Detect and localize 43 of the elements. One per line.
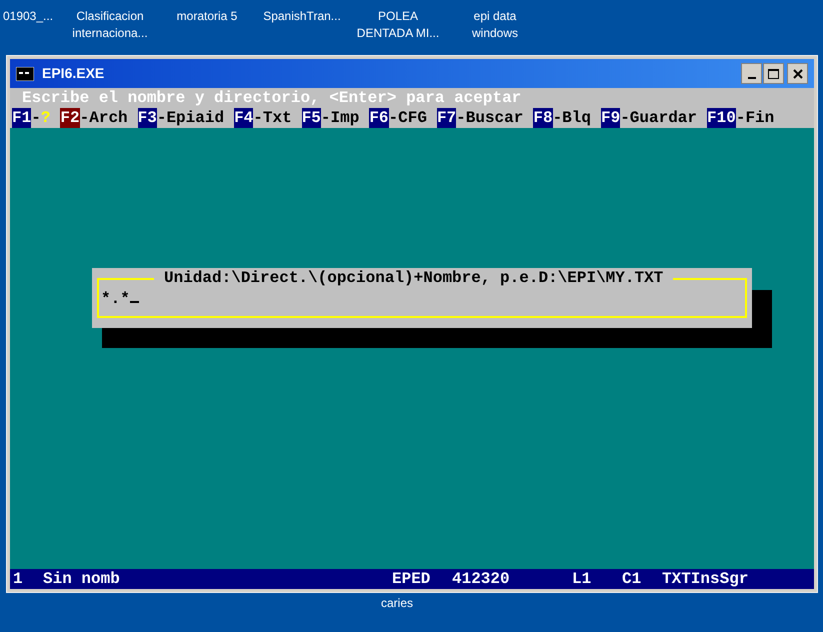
function-key-label: -Txt <box>253 108 292 128</box>
function-key-label: -Buscar <box>456 108 524 128</box>
minimize-button[interactable] <box>741 63 762 84</box>
desktop-icon-label[interactable]: Clasificacion internaciona... <box>72 8 148 42</box>
function-key-label: -Arch <box>80 108 128 128</box>
function-key[interactable]: F2 <box>60 108 80 128</box>
filename-field[interactable]: *.* <box>101 289 139 309</box>
console-icon <box>16 66 34 80</box>
maximize-button[interactable] <box>763 63 784 84</box>
desktop-icon-label[interactable]: moratoria 5 <box>176 8 238 25</box>
function-key-label: -Epiaid <box>156 108 224 128</box>
function-key[interactable]: F6 <box>369 108 389 128</box>
desktop-icon-label[interactable]: 01903_... <box>2 8 54 25</box>
function-key[interactable]: F9 <box>600 108 620 128</box>
status-field: EPED <box>392 569 430 589</box>
status-field: 1 <box>13 569 23 589</box>
desktop-icon-label[interactable]: SpanishTran... <box>263 8 341 25</box>
status-field: Sin nomb <box>43 569 120 589</box>
dialog-title: Unidad:\Direct.\(opcional)+Nombre, p.e.D:\EPI\MY.TXT <box>154 268 674 288</box>
prompt-bar: Escribe el nombre y directorio, <Enter> para aceptar <box>10 88 814 108</box>
function-key-label: -CFG <box>388 108 427 128</box>
desktop-icon-label[interactable]: POLEA DENTADA MI... <box>356 8 440 42</box>
desktop-icon-label[interactable]: epi data windows <box>472 8 518 42</box>
function-key[interactable]: F4 <box>234 108 254 128</box>
status-field: C1 <box>622 569 642 589</box>
close-button[interactable] <box>787 63 808 84</box>
status-field: L1 <box>572 569 592 589</box>
function-key[interactable]: F5 <box>302 108 321 128</box>
function-key-label: -? <box>31 108 50 128</box>
function-key[interactable]: F10 <box>707 108 736 128</box>
function-key[interactable]: F7 <box>436 108 456 128</box>
function-key-label: -Blq <box>552 108 591 128</box>
function-key-label: -Guardar <box>620 108 698 128</box>
close-icon <box>792 68 802 78</box>
window-title: EPI6.EXE <box>42 64 104 83</box>
function-key[interactable]: F8 <box>533 108 553 128</box>
function-key[interactable]: F1 <box>12 108 32 128</box>
function-key[interactable]: F3 <box>138 108 157 128</box>
function-key-label: -Imp <box>320 108 360 128</box>
function-key-label: -Fin <box>736 108 774 128</box>
desktop-icon-label[interactable]: caries <box>381 595 413 612</box>
status-field: TXTInsSgr <box>662 569 748 589</box>
status-field: 412320 <box>452 569 510 589</box>
